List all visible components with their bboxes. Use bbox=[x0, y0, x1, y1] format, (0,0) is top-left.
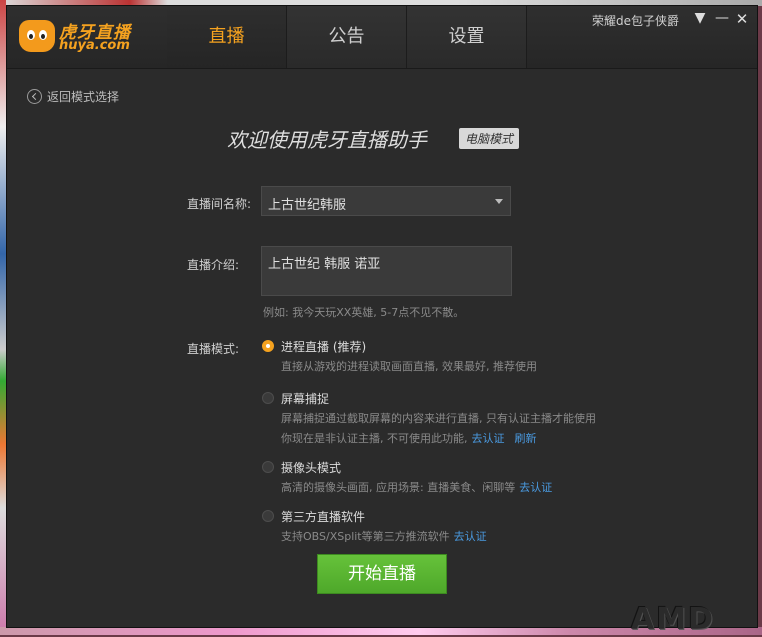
tab-settings[interactable]: 设置 bbox=[407, 6, 527, 68]
radio-screen-capture[interactable] bbox=[262, 392, 274, 404]
screen-capture-notice: 你现在是非认证主播, 不可使用此功能, bbox=[281, 432, 468, 445]
intro-textarea[interactable]: 上古世纪 韩服 诺亚 bbox=[261, 246, 512, 296]
mode-desc-camera: 高清的摄像头画面, 应用场景: 直播美食、闲聊等去认证 bbox=[281, 479, 552, 495]
mode-title-camera: 摄像头模式 bbox=[281, 459, 341, 476]
mode-badge: 电脑模式 bbox=[459, 128, 519, 149]
huya-assistant-window: 虎牙直播 huya.com 直播 公告 设置 荣耀de包子侠爵 ▼ — ✕ 返回… bbox=[6, 5, 758, 628]
dropdown-menu-icon[interactable]: ▼ bbox=[691, 10, 709, 26]
room-name-select[interactable]: 上古世纪韩服 bbox=[261, 186, 511, 216]
mode-desc-screen-capture: 屏幕捕捉通过截取屏幕的内容来进行直播, 只有认证主播才能使用 bbox=[281, 410, 596, 426]
amd-watermark: AMD bbox=[631, 602, 715, 637]
radio-camera[interactable] bbox=[262, 461, 274, 473]
tab-live[interactable]: 直播 bbox=[167, 6, 287, 68]
username[interactable]: 荣耀de包子侠爵 bbox=[592, 12, 679, 29]
certify-link-third-party[interactable]: 去认证 bbox=[454, 530, 487, 543]
certify-link-screen[interactable]: 去认证 bbox=[472, 432, 505, 445]
back-to-mode-select[interactable]: 返回模式选择 bbox=[27, 88, 119, 105]
title-bar: 虎牙直播 huya.com 直播 公告 设置 荣耀de包子侠爵 ▼ — ✕ bbox=[7, 6, 757, 69]
back-label: 返回模式选择 bbox=[47, 88, 119, 105]
radio-third-party[interactable] bbox=[262, 510, 274, 522]
close-icon[interactable]: ✕ bbox=[733, 10, 751, 28]
room-name-label: 直播间名称: bbox=[187, 195, 251, 212]
huya-logo: 虎牙直播 huya.com bbox=[19, 18, 137, 58]
radio-process[interactable] bbox=[262, 340, 274, 352]
third-party-desc-text: 支持OBS/XSplit等第三方推流软件 bbox=[281, 530, 450, 543]
chevron-down-icon bbox=[495, 199, 503, 204]
mode-label: 直播模式: bbox=[187, 340, 239, 357]
intro-hint: 例如: 我今天玩XX英雄, 5-7点不见不散。 bbox=[263, 304, 464, 320]
camera-desc-text: 高清的摄像头画面, 应用场景: 直播美食、闲聊等 bbox=[281, 481, 515, 494]
main-nav: 直播 公告 设置 bbox=[167, 6, 527, 68]
certify-link-camera[interactable]: 去认证 bbox=[519, 481, 552, 494]
intro-label: 直播介绍: bbox=[187, 256, 239, 273]
mode-desc-third-party: 支持OBS/XSplit等第三方推流软件去认证 bbox=[281, 528, 487, 544]
page-title: 欢迎使用虎牙直播助手 bbox=[227, 124, 427, 153]
mode-desc-process: 直接从游戏的进程读取画面直播, 效果最好, 推荐使用 bbox=[281, 358, 537, 374]
mode-title-third-party: 第三方直播软件 bbox=[281, 508, 365, 525]
start-live-button[interactable]: 开始直播 bbox=[317, 554, 447, 594]
room-name-value: 上古世纪韩服 bbox=[268, 194, 346, 213]
minimize-icon[interactable]: — bbox=[713, 10, 731, 26]
back-arrow-icon bbox=[27, 89, 42, 104]
huya-mascot-icon bbox=[19, 20, 55, 52]
logo-text-en: huya.com bbox=[59, 38, 130, 53]
mode-title-screen-capture: 屏幕捕捉 bbox=[281, 390, 329, 407]
mode-title-process: 进程直播 (推荐) bbox=[281, 338, 366, 355]
refresh-link[interactable]: 刷新 bbox=[515, 432, 537, 445]
tab-announcement[interactable]: 公告 bbox=[287, 6, 407, 68]
mode-desc-screen-capture-2: 你现在是非认证主播, 不可使用此功能, 去认证刷新 bbox=[281, 430, 537, 446]
